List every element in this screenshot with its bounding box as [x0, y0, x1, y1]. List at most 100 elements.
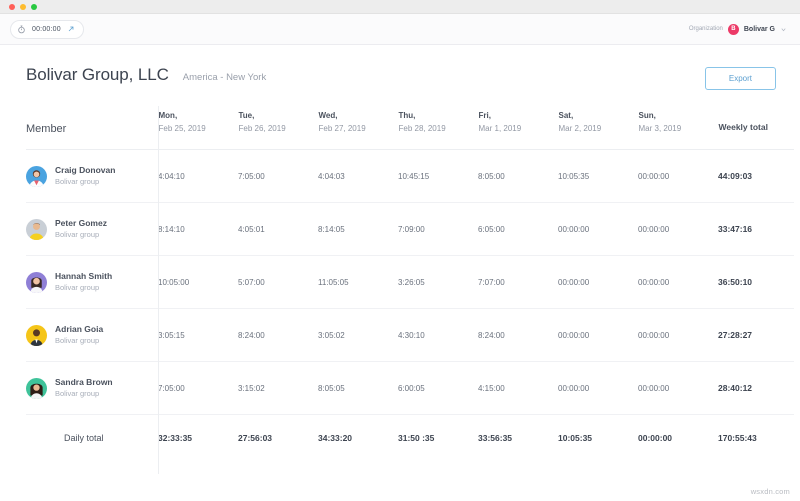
avatar-photo: [26, 325, 47, 346]
daily-total-cell: 27:56:03: [238, 415, 318, 461]
day-name: Wed,: [319, 109, 398, 122]
day-date: Feb 26, 2019: [239, 122, 318, 135]
column-header-day-3: Thu, Feb 28, 2019: [398, 109, 478, 150]
expand-arrow-icon[interactable]: [67, 25, 75, 33]
time-cell: 4:15:00: [478, 362, 558, 415]
day-name: Thu,: [399, 109, 478, 122]
time-cell: 5:07:00: [238, 256, 318, 309]
day-date: Mar 2, 2019: [559, 122, 638, 135]
daily-total-cell: 10:05:35: [558, 415, 638, 461]
time-cell: 8:14:05: [318, 203, 398, 256]
avatar: [26, 166, 47, 187]
daily-total-cell: 31:50 :35: [398, 415, 478, 461]
member-cell[interactable]: Hannah Smith Bolivar group: [26, 256, 158, 309]
time-cell: 00:00:00: [558, 309, 638, 362]
time-cell: 3:05:15: [158, 309, 238, 362]
time-cell: 4:04:03: [318, 150, 398, 203]
daily-total-cell: 34:33:20: [318, 415, 398, 461]
column-header-member: Member: [26, 109, 158, 150]
member-cell[interactable]: Sandra Brown Bolivar group: [26, 362, 158, 415]
column-header-day-4: Fri, Mar 1, 2019: [478, 109, 558, 150]
page-subtitle-timezone: America - New York: [183, 72, 266, 83]
app-window: 00:00:00 Organization B Bolivar G Boliva…: [0, 0, 800, 501]
time-cell: 00:00:00: [558, 362, 638, 415]
minimize-window-button[interactable]: [20, 4, 26, 10]
member-column-divider: [158, 106, 159, 474]
app-toolbar: 00:00:00 Organization B Bolivar G: [0, 14, 800, 45]
page-title: Bolivar Group, LLC: [26, 65, 169, 85]
time-cell: 00:00:00: [638, 150, 718, 203]
time-cell: 00:00:00: [638, 256, 718, 309]
column-header-day-1: Tue, Feb 26, 2019: [238, 109, 318, 150]
column-header-weekly-total: Weekly total: [718, 109, 794, 150]
time-cell: 8:05:00: [478, 150, 558, 203]
time-cell: 8:24:00: [238, 309, 318, 362]
avatar: [26, 325, 47, 346]
table-row[interactable]: Peter Gomez Bolivar group 8:14:10 4:05:0…: [26, 203, 794, 256]
daily-total-cell: 00:00:00: [638, 415, 718, 461]
time-cell: 7:05:00: [238, 150, 318, 203]
avatar: [26, 272, 47, 293]
grand-total-cell: 170:55:43: [718, 415, 794, 461]
title-group: Bolivar Group, LLC America - New York: [26, 65, 266, 85]
weekly-total-cell: 33:47:16: [718, 203, 794, 256]
timer-widget[interactable]: 00:00:00: [10, 20, 84, 39]
table-row[interactable]: Craig Donovan Bolivar group 4:04:10 7:05…: [26, 150, 794, 203]
avatar-photo: [26, 166, 47, 187]
time-cell: 3:05:02: [318, 309, 398, 362]
member-team: Bolivar group: [55, 389, 99, 398]
timesheet-table-container: Member Mon, Feb 25, 2019 Tue, Feb 26, 20…: [0, 109, 800, 461]
time-cell: 8:24:00: [478, 309, 558, 362]
time-cell: 3:15:02: [238, 362, 318, 415]
time-cell: 6:05:00: [478, 203, 558, 256]
day-name: Sat,: [559, 109, 638, 122]
daily-total-cell: 32:33:35: [158, 415, 238, 461]
member-cell[interactable]: Adrian Goia Bolivar group: [26, 309, 158, 362]
daily-total-cell: 33:56:35: [478, 415, 558, 461]
time-cell: 4:05:01: [238, 203, 318, 256]
time-cell: 00:00:00: [638, 203, 718, 256]
table-row[interactable]: Hannah Smith Bolivar group 10:05:00 5:07…: [26, 256, 794, 309]
member-name: Adrian Goia: [55, 324, 103, 334]
weekly-total-cell: 44:09:03: [718, 150, 794, 203]
chevron-down-icon[interactable]: [780, 26, 787, 33]
time-cell: 11:05:05: [318, 256, 398, 309]
table-header-row: Member Mon, Feb 25, 2019 Tue, Feb 26, 20…: [26, 109, 794, 150]
time-cell: 10:05:00: [158, 256, 238, 309]
avatar-photo: [26, 219, 47, 240]
organization-selector[interactable]: Organization B Bolivar G: [689, 24, 787, 35]
member-name: Hannah Smith: [55, 271, 112, 281]
member-cell[interactable]: Craig Donovan Bolivar group: [26, 150, 158, 203]
time-cell: 00:00:00: [638, 362, 718, 415]
time-cell: 6:00:05: [398, 362, 478, 415]
member-team: Bolivar group: [55, 177, 99, 186]
watermark: wsxdn.com: [751, 487, 790, 496]
table-row[interactable]: Adrian Goia Bolivar group 3:05:15 8:24:0…: [26, 309, 794, 362]
time-cell: 4:04:10: [158, 150, 238, 203]
weekly-total-cell: 27:28:27: [718, 309, 794, 362]
organization-name: Bolivar G: [744, 26, 775, 33]
maximize-window-button[interactable]: [31, 4, 37, 10]
table-row[interactable]: Sandra Brown Bolivar group 7:05:00 3:15:…: [26, 362, 794, 415]
timesheet-table: Member Mon, Feb 25, 2019 Tue, Feb 26, 20…: [26, 109, 794, 461]
member-cell[interactable]: Peter Gomez Bolivar group: [26, 203, 158, 256]
member-team: Bolivar group: [55, 230, 99, 239]
export-button[interactable]: Export: [705, 67, 776, 90]
timer-value: 00:00:00: [32, 26, 61, 33]
weekly-total-label: Weekly total: [719, 109, 795, 132]
member-name: Craig Donovan: [55, 165, 115, 175]
day-date: Mar 1, 2019: [479, 122, 558, 135]
day-date: Feb 28, 2019: [399, 122, 478, 135]
table-header: Member Mon, Feb 25, 2019 Tue, Feb 26, 20…: [26, 109, 794, 150]
time-cell: 4:30:10: [398, 309, 478, 362]
weekly-total-cell: 28:40:12: [718, 362, 794, 415]
window-titlebar: [0, 0, 800, 14]
close-window-button[interactable]: [9, 4, 15, 10]
day-date: Mar 3, 2019: [639, 122, 718, 135]
time-cell: 8:05:05: [318, 362, 398, 415]
time-cell: 10:45:15: [398, 150, 478, 203]
time-cell: 00:00:00: [558, 203, 638, 256]
day-name: Mon,: [159, 109, 238, 122]
table-footer: Daily total 32:33:35 27:56:03 34:33:20 3…: [26, 415, 794, 461]
daily-total-label: Daily total: [26, 415, 158, 461]
